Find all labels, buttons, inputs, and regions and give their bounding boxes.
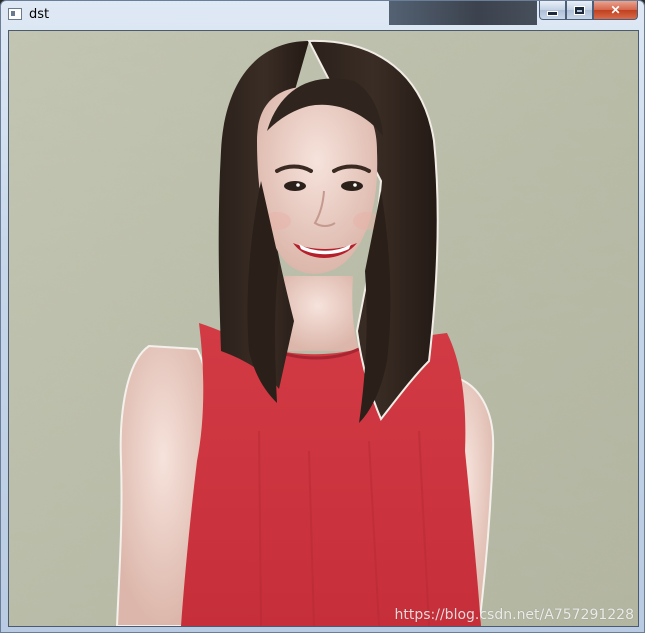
close-icon: ✕ [610, 3, 621, 17]
left-eye [284, 181, 306, 191]
right-eye [341, 181, 363, 191]
minimize-button[interactable] [539, 1, 566, 20]
image-canvas: https://blog.csdn.net/A757291228 [8, 30, 639, 627]
window-icon[interactable] [8, 8, 22, 20]
minimize-icon [547, 10, 558, 16]
title-bar[interactable]: dst ✕ [1, 1, 644, 29]
app-window: dst ✕ https://blog.csdn.net/A757291228 [0, 0, 645, 633]
caption-buttons: ✕ [539, 1, 638, 21]
window-title: dst [29, 7, 50, 22]
background-blur [389, 1, 537, 25]
maximize-button[interactable] [566, 1, 593, 20]
watermark-text: https://blog.csdn.net/A757291228 [394, 607, 635, 623]
portrait-image [9, 31, 638, 626]
close-button[interactable]: ✕ [593, 1, 638, 20]
red-dress [181, 323, 481, 626]
maximize-icon [574, 5, 585, 15]
